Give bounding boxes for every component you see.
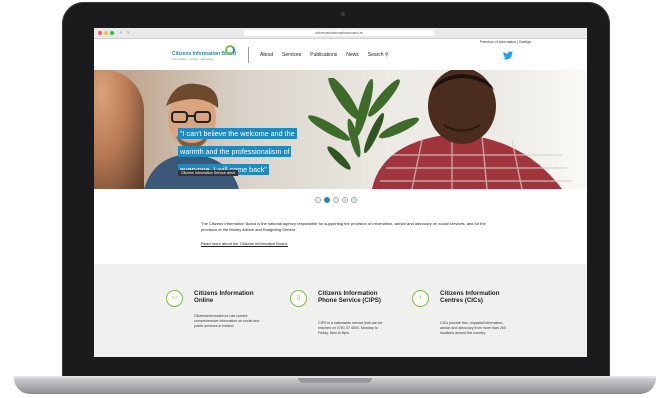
minimize-window-button[interactable] xyxy=(104,31,108,35)
carousel-dot-3[interactable]: 3 xyxy=(333,197,339,203)
service-description: Citizensinformation.ie has current, comp… xyxy=(194,314,260,328)
nav-services[interactable]: Services xyxy=(282,52,301,58)
close-window-button[interactable] xyxy=(98,31,102,35)
info-icon: i xyxy=(412,290,429,307)
laptop-icon: ▭ xyxy=(166,290,183,307)
phone-icon: ▯ xyxy=(290,290,307,307)
twitter-icon[interactable] xyxy=(503,51,513,62)
nav-about[interactable]: About xyxy=(260,52,273,58)
laptop-screen: ‹ › citizensinformationboard.ie Freedom … xyxy=(94,28,587,357)
hero-banner[interactable]: "I can't believe the welcome and the war… xyxy=(94,70,587,189)
person-right-illustration xyxy=(372,70,572,189)
utility-links[interactable]: Freedom of Information | Gaeilge xyxy=(480,40,531,44)
hero-quote: "I can't believe the welcome and the war… xyxy=(178,123,328,177)
webcam xyxy=(341,12,345,16)
logo-mark-icon[interactable] xyxy=(225,45,235,55)
read-more-link[interactable]: Read more about the Citizens Information… xyxy=(201,241,288,246)
header-divider xyxy=(248,47,249,63)
main-nav: About Services Publications News Search … xyxy=(260,52,389,58)
nav-search[interactable]: Search ⚲ xyxy=(368,52,389,58)
service-title[interactable]: Citizens Information Phone Service (CIPS… xyxy=(318,290,388,304)
carousel-dot-2[interactable]: 2 xyxy=(324,197,330,203)
services-band xyxy=(94,264,587,357)
logo-tagline: information · advice · advocacy xyxy=(172,57,214,61)
carousel-pager: 1 2 3 4 5 xyxy=(315,197,357,203)
carousel-dot-4[interactable]: 4 xyxy=(342,197,348,203)
quote-line-2: warmth and the professionalism of xyxy=(178,146,292,157)
nav-publications[interactable]: Publications xyxy=(310,52,337,58)
service-description: CICs provide free, impartial information… xyxy=(440,321,506,335)
maximize-window-button[interactable] xyxy=(110,31,114,35)
carousel-dot-5[interactable]: 5 xyxy=(351,197,357,203)
service-description: CIPS is a nationwide service that can be… xyxy=(318,321,383,335)
service-title[interactable]: Citizens Information Centres (CICs) xyxy=(440,290,510,304)
nav-search-label: Search xyxy=(367,52,384,58)
site-header: Freedom of Information | Gaeilge Citizen… xyxy=(94,39,587,69)
forward-arrow-icon[interactable]: › xyxy=(127,30,134,36)
laptop-base-notch xyxy=(298,378,372,383)
service-title[interactable]: Citizens Information Online xyxy=(194,290,264,304)
back-arrow-icon[interactable]: ‹ xyxy=(120,30,127,36)
intro-text: The Citizens Information Board is the na… xyxy=(201,221,486,232)
browser-toolbar: ‹ › citizensinformationboard.ie xyxy=(94,28,587,39)
quote-attribution: Citizens Information Service client xyxy=(178,170,239,176)
magnifier-icon: ⚲ xyxy=(384,52,389,58)
nav-news[interactable]: News xyxy=(346,52,359,58)
quote-line-1: "I can't believe the welcome and the xyxy=(178,128,297,139)
address-bar[interactable]: citizensinformationboard.ie xyxy=(244,30,434,36)
carousel-dot-1[interactable]: 1 xyxy=(315,197,321,203)
